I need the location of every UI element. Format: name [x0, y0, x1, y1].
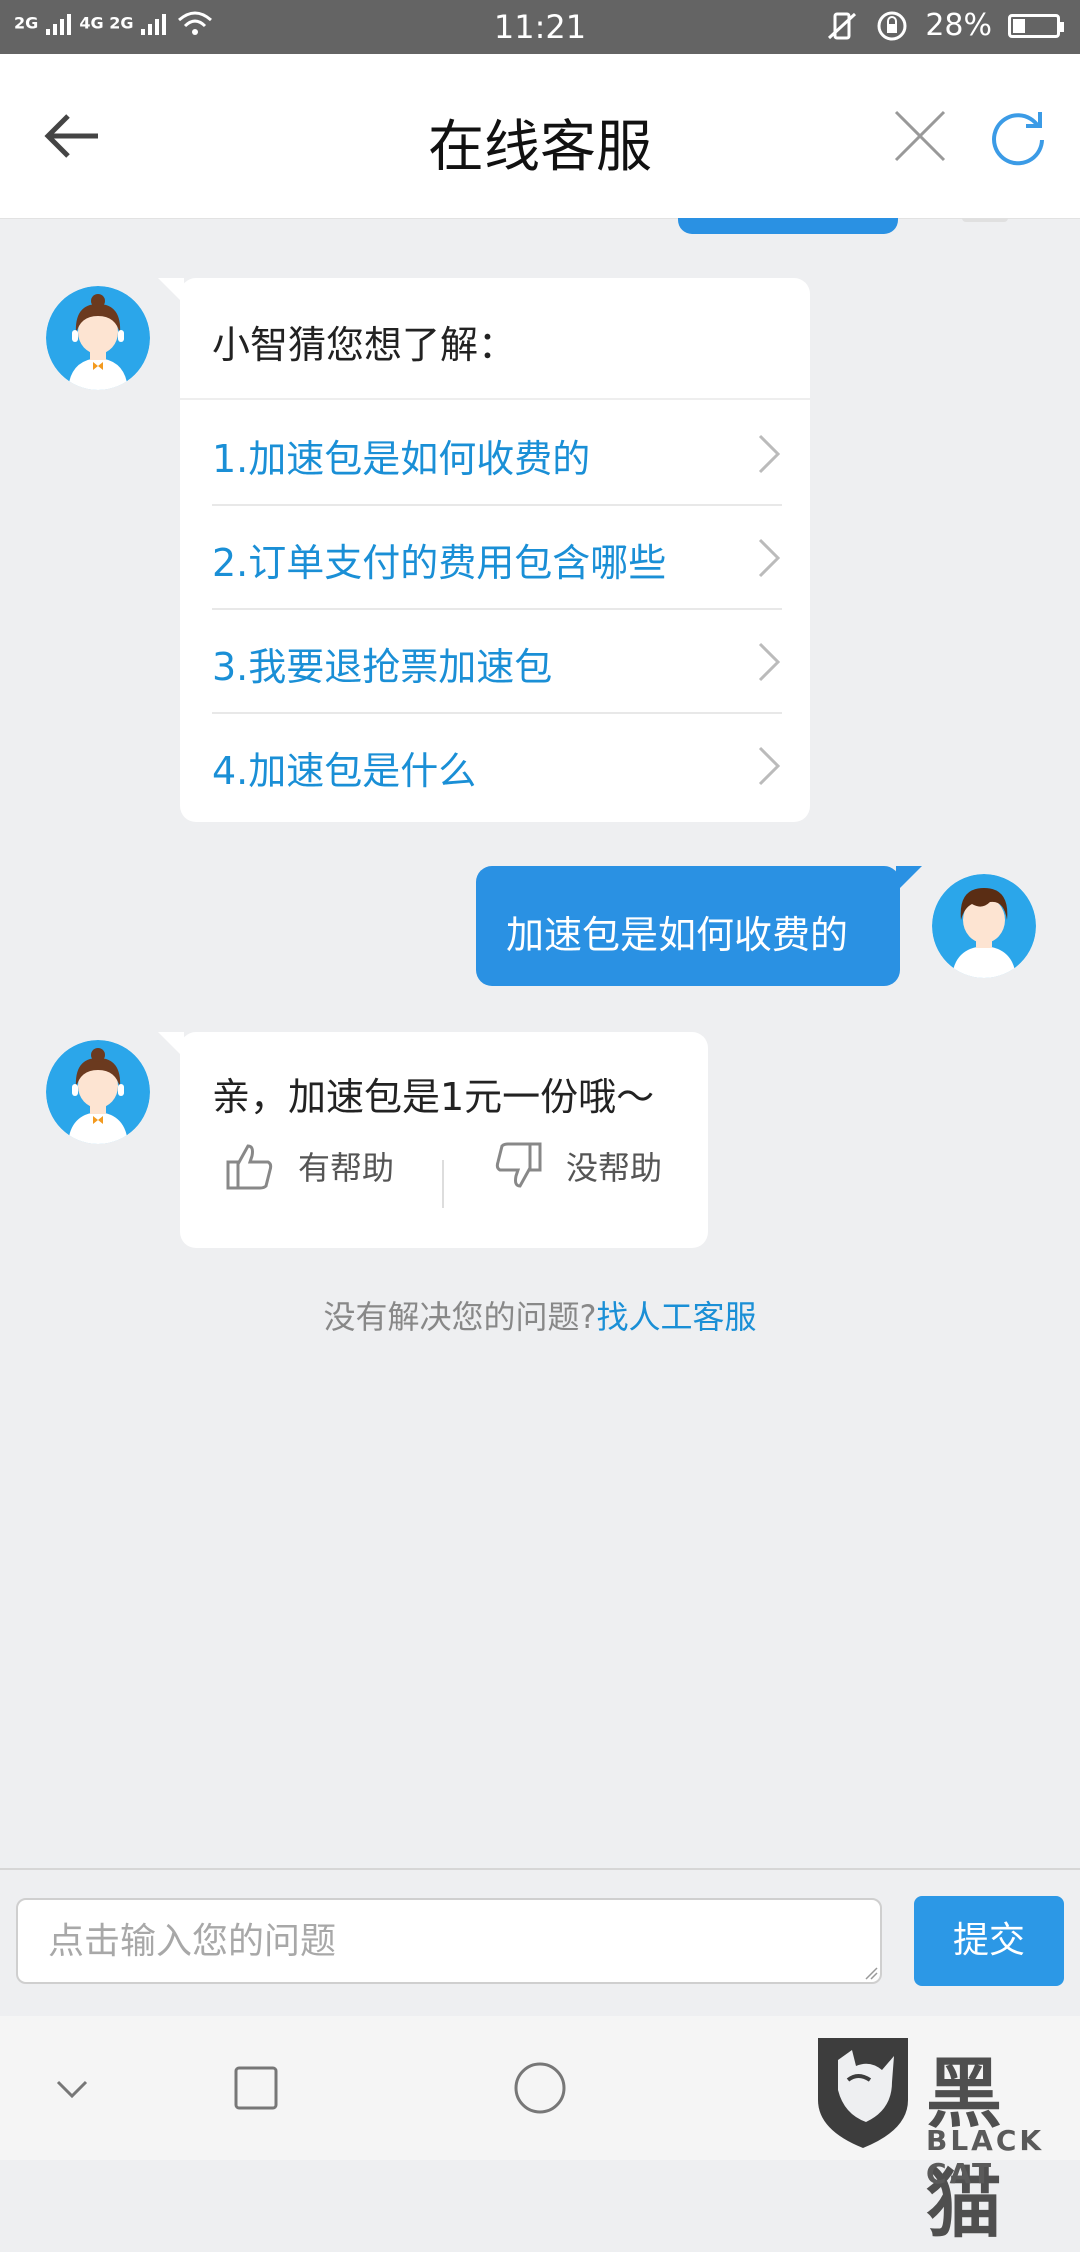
user-avatar — [932, 874, 1036, 978]
suggestion-label: 1.加速包是如何收费的 — [212, 437, 591, 481]
watermark-en: BLACK CAT — [926, 2124, 1045, 2190]
agent-avatar-icon — [46, 286, 150, 390]
bot-suggestion-card: 小智猜您想了解： 1.加速包是如何收费的 2.订单支付的费用包含哪些 3.我要退… — [158, 278, 810, 822]
not-helpful-button[interactable]: 没帮助 — [492, 1140, 662, 1192]
rotation-lock-icon — [877, 11, 907, 40]
divider — [180, 398, 810, 400]
nav-recents-button[interactable] — [222, 2054, 290, 2122]
chevron-right-icon — [758, 746, 781, 786]
bubble-tail — [158, 1032, 184, 1058]
agent-avatar-icon — [46, 1040, 150, 1144]
suggestion-lead: 小智猜您想了解： — [212, 323, 517, 367]
header: 在线客服 — [0, 54, 1080, 219]
bot-reply-text: 亲，加速包是1元一份哦～ — [212, 1075, 655, 1119]
user-message-text: 加速包是如何收费的 — [506, 913, 849, 957]
bubble-tail — [896, 866, 922, 892]
suggestion-item[interactable]: 3.我要退抢票加速包 — [212, 610, 782, 714]
circle-icon — [514, 2062, 566, 2114]
suggestion-label: 3.我要退抢票加速包 — [212, 645, 553, 689]
suggestion-label: 2.订单支付的费用包含哪些 — [212, 541, 667, 585]
input-bar: 提交 — [0, 1868, 1080, 2018]
bot-avatar — [46, 286, 150, 390]
not-helpful-label: 没帮助 — [566, 1149, 663, 1187]
status-bar: 2G 4G 2G 11:21 28% — [0, 0, 1080, 54]
helpful-label: 有帮助 — [298, 1149, 395, 1187]
thumbs-down-icon — [495, 1142, 542, 1188]
cat-shield-logo-icon — [818, 2038, 908, 2148]
battery-icon — [1008, 13, 1064, 38]
previous-avatar-edge — [962, 218, 1008, 222]
battery-percent: 28% — [925, 8, 992, 43]
user-avatar-icon — [932, 874, 1036, 978]
user-message-bubble: 加速包是如何收费的 — [476, 866, 922, 986]
question-input[interactable] — [18, 1900, 880, 1982]
nav-home-button[interactable] — [506, 2054, 574, 2122]
status-right: 28% — [825, 8, 1064, 43]
black-cat-watermark: 黑猫 BLACK CAT — [806, 2026, 1080, 2248]
suggestion-item[interactable]: 2.订单支付的费用包含哪些 — [212, 506, 782, 610]
human-agent-link[interactable]: 找人工客服 — [596, 1298, 756, 1336]
thumbs-up-icon — [226, 1144, 273, 1190]
previous-message-bubble — [678, 218, 898, 234]
helpful-button[interactable]: 有帮助 — [224, 1140, 394, 1192]
bot-avatar — [46, 1040, 150, 1144]
close-icon — [894, 110, 946, 162]
suggestion-item[interactable]: 4.加速包是什么 — [212, 714, 782, 818]
vibrate-mute-icon — [828, 12, 857, 39]
nav-hide-button[interactable] — [38, 2054, 106, 2122]
chevron-right-icon — [758, 642, 781, 682]
square-icon — [234, 2066, 278, 2110]
question-input-container — [16, 1898, 882, 1984]
suggestion-item[interactable]: 1.加速包是如何收费的 — [212, 402, 782, 506]
submit-button[interactable]: 提交 — [914, 1896, 1064, 1986]
hint-text: 没有解决您的问题? — [323, 1298, 597, 1336]
chevron-right-icon — [758, 538, 781, 578]
bot-reply-card: 亲，加速包是1元一份哦～ 有帮助 没帮助 — [158, 1032, 708, 1248]
refresh-icon — [992, 112, 1044, 166]
chevron-down-icon — [56, 2080, 88, 2099]
divider — [442, 1160, 444, 1208]
chevron-right-icon — [758, 434, 781, 474]
unresolved-hint: 没有解决您的问题?找人工客服 — [0, 1292, 1080, 1338]
close-button[interactable] — [888, 104, 952, 168]
resize-handle-icon — [865, 1967, 878, 1980]
bubble-tail — [158, 278, 184, 304]
refresh-button[interactable] — [986, 104, 1050, 168]
suggestion-label: 4.加速包是什么 — [212, 749, 477, 793]
